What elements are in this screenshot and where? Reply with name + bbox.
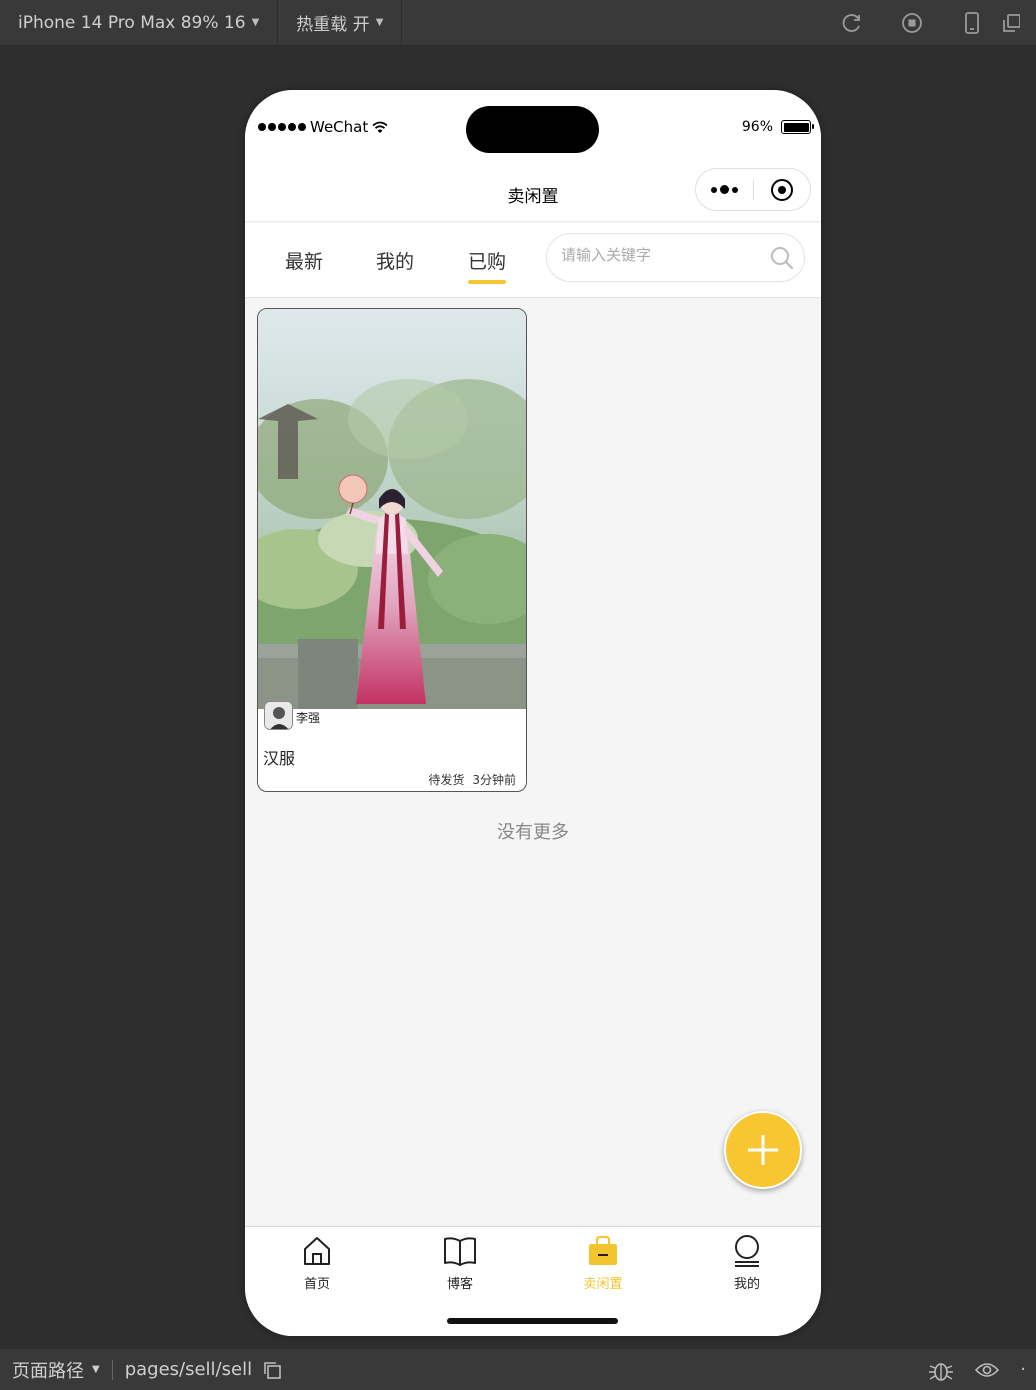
battery-icon [781, 120, 814, 134]
more-icon[interactable]: · [1020, 1359, 1026, 1380]
category-tabs: 最新 我的 已购 [245, 223, 821, 298]
eye-icon[interactable] [974, 1360, 1000, 1380]
page-path-label: 页面路径 [12, 1360, 84, 1382]
phone-preview-icon[interactable] [942, 0, 1002, 46]
tab-bar: 首页 博客 卖闲置 我的 [245, 1226, 821, 1336]
user-icon [735, 1235, 759, 1267]
page-path-selector[interactable]: 页面路径 ▼ [0, 1357, 100, 1383]
device-selector[interactable]: iPhone 14 Pro Max 89% 16 ▼ [0, 0, 279, 46]
book-icon [444, 1237, 476, 1266]
battery-percent: 96% [741, 119, 773, 135]
signal-icon [258, 123, 306, 131]
seller-name: 李强 [296, 711, 321, 725]
hot-reload-toggle[interactable]: 热重载 开 ▼ [278, 0, 403, 46]
tabbar-label: 我的 [733, 1277, 760, 1292]
product-image [258, 309, 526, 709]
navigation-bar: 卖闲置 [245, 162, 821, 222]
home-indicator[interactable] [447, 1318, 618, 1324]
ide-toolbar: iPhone 14 Pro Max 89% 16 ▼ 热重载 开 ▼ [0, 0, 1036, 46]
shopping-bag-icon [589, 1236, 617, 1265]
tabbar-item-blog[interactable]: 博客 [420, 1235, 500, 1292]
product-card[interactable]: 李强 汉服 待发货 3分钟前 [257, 308, 527, 792]
search-box [546, 233, 805, 282]
search-icon[interactable] [770, 246, 794, 270]
tabbar-label: 卖闲置 [583, 1277, 623, 1292]
copy-icon[interactable] [262, 1360, 282, 1380]
miniprogram-capsule [695, 168, 811, 211]
tabbar-label: 首页 [303, 1277, 330, 1292]
tabbar-item-sell[interactable]: 卖闲置 [563, 1235, 643, 1292]
post-time: 3分钟前 [472, 773, 516, 787]
caret-down-icon: ▼ [375, 17, 384, 28]
phone-simulator: WeChat 96% 卖闲置 最新 我的 已购 请输入关键字 李强 汉服 待发货… [245, 90, 821, 1336]
status-bar: WeChat 96% [245, 90, 821, 162]
carrier-label: WeChat [310, 118, 369, 136]
no-more-text: 没有更多 [497, 822, 569, 843]
caret-down-icon: ▼ [92, 1364, 100, 1375]
home-icon [304, 1237, 330, 1265]
hot-reload-label: 热重载 开 [296, 15, 370, 35]
tabbar-item-home[interactable]: 首页 [277, 1235, 357, 1292]
plus-icon [748, 1135, 778, 1165]
tabbar-item-profile[interactable]: 我的 [707, 1235, 787, 1292]
device-label: iPhone 14 Pro Max 89% 16 [18, 12, 246, 33]
wifi-icon [372, 121, 388, 133]
search-input[interactable] [561, 246, 761, 264]
stop-icon[interactable] [882, 0, 942, 46]
dynamic-island [466, 106, 599, 153]
close-miniprogram-icon[interactable] [753, 178, 810, 201]
user-avatar [264, 701, 293, 730]
more-menu-icon[interactable] [696, 185, 753, 194]
order-status: 待发货 [428, 773, 465, 787]
tab-mine[interactable]: 我的 [376, 247, 414, 274]
tab-purchased[interactable]: 已购 [468, 247, 507, 284]
detach-window-icon[interactable] [1002, 0, 1036, 46]
tab-latest[interactable]: 最新 [285, 247, 323, 274]
ide-status-bar: 页面路径 ▼ pages/sell/sell · [0, 1349, 1036, 1390]
caret-down-icon: ▼ [251, 17, 260, 28]
page-path: pages/sell/sell [124, 1359, 253, 1380]
add-listing-button[interactable] [724, 1111, 802, 1189]
tabbar-label: 博客 [446, 1277, 473, 1292]
bug-icon[interactable] [928, 1358, 954, 1382]
product-title: 汉服 [263, 749, 296, 768]
refresh-icon[interactable] [822, 0, 882, 46]
